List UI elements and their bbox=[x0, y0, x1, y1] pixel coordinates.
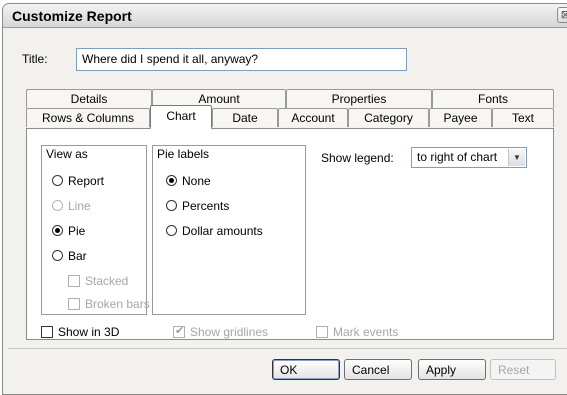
tab-rows-columns[interactable]: Rows & Columns bbox=[26, 108, 150, 127]
view-as-label: View as bbox=[46, 147, 88, 161]
tab-properties[interactable]: Properties bbox=[286, 89, 432, 108]
apply-button[interactable]: Apply bbox=[418, 359, 486, 380]
title-bar[interactable]: Customize Report ⊠ bbox=[3, 4, 567, 28]
title-input[interactable]: Where did I spend it all, anyway? bbox=[76, 48, 407, 71]
show-legend-select[interactable]: to right of chart ▼ bbox=[411, 147, 527, 168]
tab-date[interactable]: Date bbox=[212, 108, 278, 127]
reset-button[interactable]: Reset bbox=[490, 359, 556, 380]
tab-category[interactable]: Category bbox=[348, 108, 429, 127]
view-as-bar-option[interactable]: Bar bbox=[52, 249, 87, 263]
checkbox-checked-icon bbox=[173, 324, 185, 338]
radio-icon bbox=[52, 175, 63, 186]
view-as-line-option[interactable]: Line bbox=[52, 199, 91, 213]
radio-selected-icon bbox=[166, 175, 177, 186]
pie-labels-group: Pie labels None Percents Dollar amounts bbox=[152, 145, 306, 315]
ok-button[interactable]: OK bbox=[272, 359, 340, 380]
tab-fonts[interactable]: Fonts bbox=[432, 89, 554, 108]
pie-labels-percents-option[interactable]: Percents bbox=[166, 199, 229, 213]
pie-labels-label: Pie labels bbox=[157, 147, 210, 161]
radio-icon bbox=[52, 250, 63, 261]
pie-labels-dollar-amounts-option[interactable]: Dollar amounts bbox=[166, 224, 263, 238]
tab-payee[interactable]: Payee bbox=[429, 108, 492, 127]
view-as-report-option[interactable]: Report bbox=[52, 174, 104, 188]
radio-icon bbox=[166, 225, 177, 236]
broken-bars-checkbox[interactable]: Broken bars bbox=[68, 297, 150, 311]
radio-icon bbox=[52, 200, 63, 211]
mark-events-checkbox[interactable]: Mark events bbox=[316, 325, 398, 339]
radio-icon bbox=[166, 200, 177, 211]
radio-selected-icon bbox=[52, 225, 63, 236]
dropdown-arrow-icon[interactable]: ▼ bbox=[508, 149, 525, 166]
tab-chart[interactable]: Chart bbox=[150, 105, 212, 129]
checkbox-icon bbox=[68, 275, 80, 287]
stacked-checkbox[interactable]: Stacked bbox=[68, 274, 128, 288]
divider bbox=[8, 348, 567, 349]
view-as-group: View as Report Line Pie Bar Stacked Brok… bbox=[41, 145, 150, 315]
show-legend-label: Show legend: bbox=[321, 151, 394, 165]
dialog-title: Customize Report bbox=[12, 8, 132, 24]
view-as-pie-option[interactable]: Pie bbox=[52, 224, 85, 238]
close-icon[interactable]: ⊠ bbox=[557, 7, 567, 23]
checkbox-icon bbox=[41, 326, 53, 338]
checkbox-icon bbox=[68, 298, 80, 310]
show-gridlines-checkbox[interactable]: Show gridlines bbox=[173, 324, 268, 339]
show-in-3d-checkbox[interactable]: Show in 3D bbox=[41, 325, 119, 339]
tab-details[interactable]: Details bbox=[26, 89, 152, 108]
tab-account[interactable]: Account bbox=[278, 108, 348, 127]
pie-labels-none-option[interactable]: None bbox=[166, 174, 211, 188]
tab-text[interactable]: Text bbox=[492, 108, 554, 127]
checkbox-icon bbox=[316, 326, 328, 338]
cancel-button[interactable]: Cancel bbox=[344, 359, 412, 380]
title-label: Title: bbox=[22, 52, 48, 66]
show-legend-value: to right of chart bbox=[417, 150, 498, 164]
